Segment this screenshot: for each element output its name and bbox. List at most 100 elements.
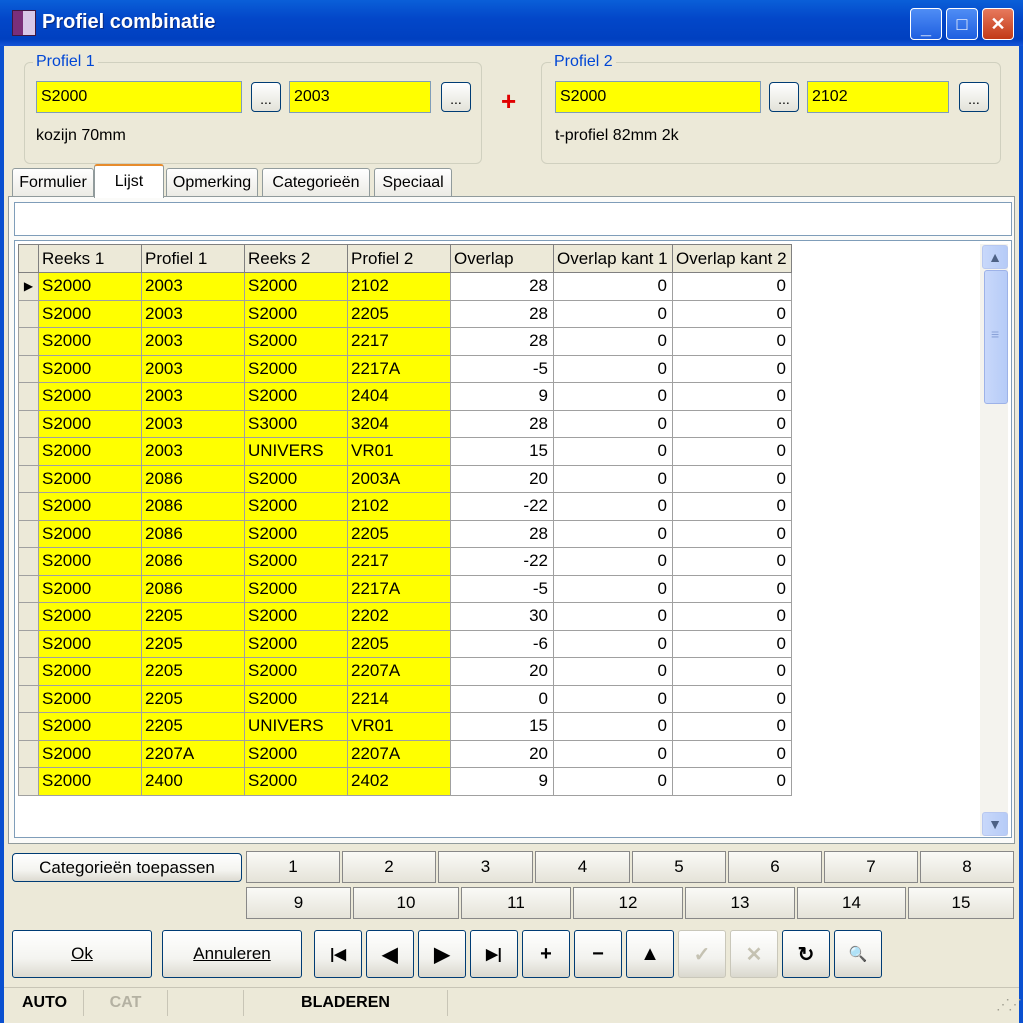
cell-profiel2[interactable]: VR01 (347, 437, 451, 466)
table-row[interactable]: S2000 2086 S2000 2217 -22 0 0 (18, 547, 792, 576)
table-row[interactable]: S2000 2003 S2000 2217 28 0 0 (18, 327, 792, 356)
ok-button[interactable]: Ok (12, 930, 152, 978)
cell-reeks2[interactable]: S2000 (244, 327, 348, 356)
maximize-button[interactable]: □ (946, 8, 978, 40)
cell-reeks1[interactable]: S2000 (38, 684, 142, 713)
profiel1-reeks-input[interactable]: S2000 (36, 81, 242, 113)
row-indicator[interactable] (18, 739, 39, 768)
cell-overlap[interactable]: 20 (450, 657, 554, 686)
cell-profiel1[interactable]: 2003 (141, 354, 245, 383)
cell-overlap[interactable]: -5 (450, 354, 554, 383)
category-button-4[interactable]: 4 (535, 851, 630, 883)
cell-reeks2[interactable]: S2000 (244, 382, 348, 411)
cell-overlap[interactable]: -22 (450, 492, 554, 521)
cell-overlap[interactable]: -22 (450, 547, 554, 576)
cell-reeks2[interactable]: S2000 (244, 602, 348, 631)
cell-profiel2[interactable]: 2214 (347, 684, 451, 713)
close-button[interactable]: ✕ (982, 8, 1014, 40)
row-indicator[interactable]: ▶ (18, 272, 39, 301)
cell-reeks2[interactable]: S2000 (244, 629, 348, 658)
table-row[interactable]: S2000 2003 S2000 2217A -5 0 0 (18, 354, 792, 383)
resize-grip-icon[interactable]: ⋰⋰ (996, 996, 1022, 1013)
cell-reeks2[interactable]: S2000 (244, 574, 348, 603)
cell-overlap-kant1[interactable]: 0 (553, 354, 673, 383)
row-indicator[interactable] (18, 547, 39, 576)
cell-profiel2[interactable]: 2202 (347, 602, 451, 631)
cell-overlap[interactable]: 9 (450, 382, 554, 411)
first-record-button[interactable]: |◀ (314, 930, 362, 978)
row-indicator[interactable] (18, 299, 39, 328)
cell-reeks1[interactable]: S2000 (38, 712, 142, 741)
cell-overlap[interactable]: -5 (450, 574, 554, 603)
cell-overlap-kant2[interactable]: 0 (672, 739, 792, 768)
cell-reeks1[interactable]: S2000 (38, 767, 142, 796)
cell-overlap[interactable]: 30 (450, 602, 554, 631)
cell-overlap[interactable]: -6 (450, 629, 554, 658)
cell-reeks1[interactable]: S2000 (38, 299, 142, 328)
cell-overlap-kant2[interactable]: 0 (672, 409, 792, 438)
category-button-8[interactable]: 8 (920, 851, 1014, 883)
cell-overlap[interactable]: 20 (450, 464, 554, 493)
cell-reeks1[interactable]: S2000 (38, 327, 142, 356)
cell-reeks2[interactable]: S2000 (244, 464, 348, 493)
cell-profiel2[interactable]: 2003A (347, 464, 451, 493)
cell-reeks1[interactable]: S2000 (38, 437, 142, 466)
cell-reeks2[interactable]: S3000 (244, 409, 348, 438)
header-reeks2[interactable]: Reeks 2 (244, 244, 348, 273)
cell-overlap[interactable]: 20 (450, 739, 554, 768)
cell-profiel1[interactable]: 2086 (141, 464, 245, 493)
minimize-button[interactable]: _ (910, 8, 942, 40)
last-record-button[interactable]: ▶| (470, 930, 518, 978)
refresh-button[interactable]: ↻ (782, 930, 830, 978)
cell-reeks2[interactable]: S2000 (244, 767, 348, 796)
cell-overlap-kant1[interactable]: 0 (553, 547, 673, 576)
cell-reeks2[interactable]: S2000 (244, 272, 348, 301)
row-indicator[interactable] (18, 492, 39, 521)
cell-reeks1[interactable]: S2000 (38, 464, 142, 493)
profiel1-reeks-browse-button[interactable]: ... (251, 82, 281, 112)
cell-profiel1[interactable]: 2400 (141, 767, 245, 796)
cell-reeks1[interactable]: S2000 (38, 409, 142, 438)
cell-reeks1[interactable]: S2000 (38, 574, 142, 603)
category-button-14[interactable]: 14 (797, 887, 906, 919)
cell-overlap[interactable]: 28 (450, 519, 554, 548)
category-button-10[interactable]: 10 (353, 887, 459, 919)
category-button-5[interactable]: 5 (632, 851, 726, 883)
cell-overlap-kant1[interactable]: 0 (553, 712, 673, 741)
cell-profiel2[interactable]: 2217 (347, 547, 451, 576)
header-profiel1[interactable]: Profiel 1 (141, 244, 245, 273)
apply-categories-button[interactable]: Categorieën toepassen (12, 853, 242, 882)
cell-reeks1[interactable]: S2000 (38, 354, 142, 383)
cell-overlap-kant2[interactable]: 0 (672, 492, 792, 521)
cell-overlap-kant1[interactable]: 0 (553, 327, 673, 356)
tab-lijst[interactable]: Lijst (94, 164, 164, 198)
cell-reeks2[interactable]: S2000 (244, 354, 348, 383)
cell-profiel2[interactable]: 2217 (347, 327, 451, 356)
category-button-11[interactable]: 11 (461, 887, 571, 919)
cell-overlap-kant2[interactable]: 0 (672, 547, 792, 576)
insert-record-button[interactable]: + (522, 930, 570, 978)
cell-reeks1[interactable]: S2000 (38, 657, 142, 686)
cell-overlap-kant2[interactable]: 0 (672, 272, 792, 301)
tab-categorieen[interactable]: Categorieën (262, 168, 370, 196)
cell-overlap[interactable]: 28 (450, 409, 554, 438)
cell-profiel1[interactable]: 2205 (141, 657, 245, 686)
cell-overlap-kant2[interactable]: 0 (672, 464, 792, 493)
row-indicator[interactable] (18, 574, 39, 603)
table-row[interactable]: S2000 2086 S2000 2003A 20 0 0 (18, 464, 792, 493)
profiel2-reeks-input[interactable]: S2000 (555, 81, 761, 113)
cell-profiel2[interactable]: 2205 (347, 519, 451, 548)
cell-profiel2[interactable]: VR01 (347, 712, 451, 741)
cell-overlap-kant1[interactable]: 0 (553, 657, 673, 686)
cell-reeks2[interactable]: UNIVERS (244, 712, 348, 741)
cell-overlap-kant1[interactable]: 0 (553, 492, 673, 521)
cell-profiel1[interactable]: 2003 (141, 299, 245, 328)
cell-reeks2[interactable]: S2000 (244, 492, 348, 521)
cell-profiel2[interactable]: 2207A (347, 739, 451, 768)
row-indicator[interactable] (18, 464, 39, 493)
cell-profiel1[interactable]: 2205 (141, 602, 245, 631)
table-row[interactable]: S2000 2400 S2000 2402 9 0 0 (18, 767, 792, 796)
category-button-7[interactable]: 7 (824, 851, 918, 883)
cell-overlap-kant2[interactable]: 0 (672, 767, 792, 796)
cell-overlap-kant2[interactable]: 0 (672, 382, 792, 411)
